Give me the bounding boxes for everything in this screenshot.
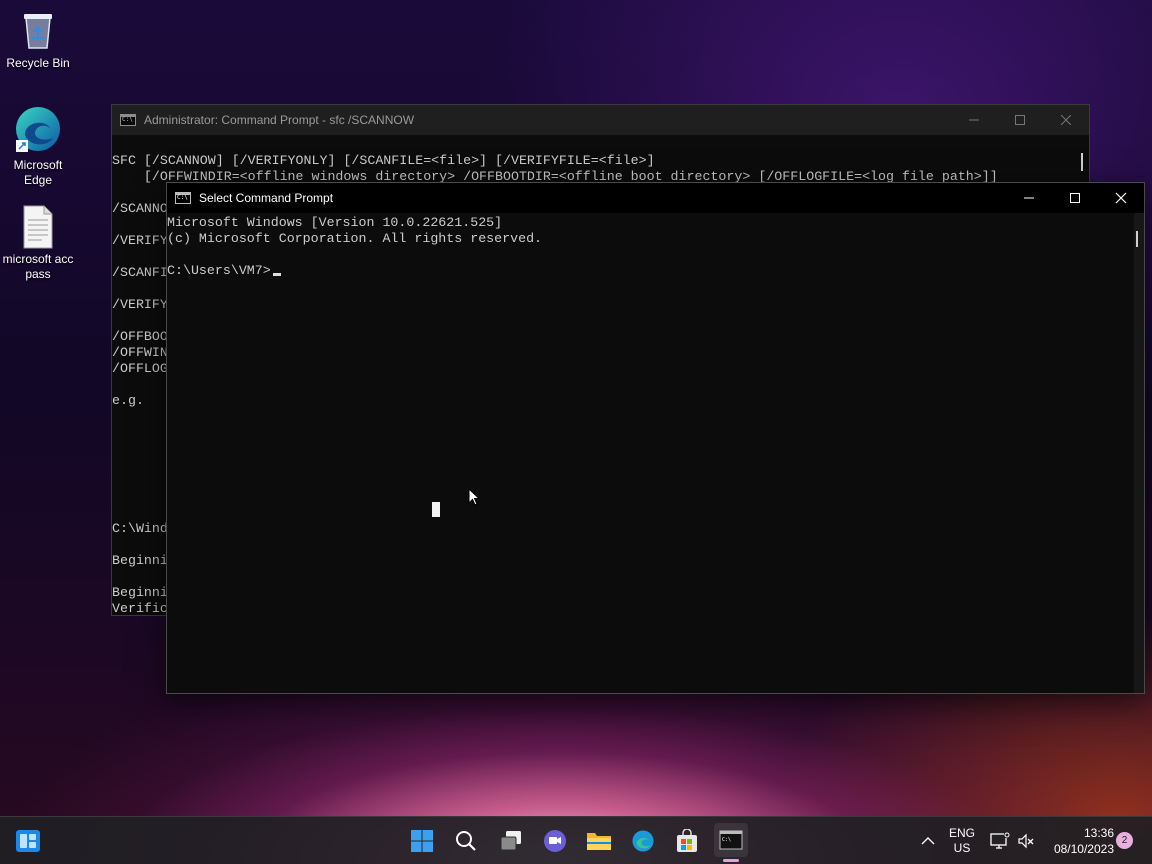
desktop-icon-label: Microsoft Edge bbox=[13, 158, 63, 187]
folder-icon bbox=[587, 833, 611, 850]
cmd-output[interactable]: Microsoft Windows [Version 10.0.22621.52… bbox=[167, 215, 542, 279]
console-text-cursor bbox=[273, 273, 281, 276]
terminal-icon: C:\ bbox=[719, 830, 743, 850]
widgets-icon bbox=[16, 830, 40, 852]
start-button[interactable] bbox=[406, 825, 438, 857]
admin-cmd-title: Administrator: Command Prompt - sfc /SCA… bbox=[144, 113, 415, 127]
console-line: SFC [/SCANNOW] [/VERIFYONLY] [/SCANFILE=… bbox=[112, 153, 655, 168]
volume-button[interactable] bbox=[1010, 825, 1042, 857]
console-line: (c) Microsoft Corporation. All rights re… bbox=[167, 231, 543, 246]
desktop-icon-label: Recycle Bin bbox=[6, 56, 70, 70]
desktop-icon-edge[interactable]: Microsoft Edge bbox=[0, 104, 76, 188]
desktop-icon-recycle-bin[interactable]: Recycle Bin bbox=[0, 8, 76, 71]
edge-taskbar-button[interactable] bbox=[627, 825, 659, 857]
keyboard-layout: US bbox=[953, 841, 971, 855]
svg-text:C:\: C:\ bbox=[722, 837, 731, 843]
volume-muted-icon bbox=[1018, 833, 1034, 849]
terminal-taskbar-button[interactable]: C:\ bbox=[714, 823, 748, 857]
chevron-up-icon bbox=[921, 837, 935, 845]
clock-time: 13:36 bbox=[1083, 826, 1114, 840]
desktop-icon-label: microsoft acc pass bbox=[2, 252, 74, 281]
cmd-title: Select Command Prompt bbox=[199, 191, 334, 205]
maximize-icon bbox=[1070, 193, 1080, 203]
maximize-button[interactable] bbox=[997, 105, 1043, 135]
clock[interactable]: 13:36 08/10/2023 bbox=[1042, 825, 1114, 857]
close-button[interactable] bbox=[1098, 183, 1144, 213]
clock-date: 08/10/2023 bbox=[1053, 842, 1114, 856]
minimize-icon bbox=[969, 119, 979, 121]
edge-icon bbox=[632, 830, 654, 852]
language-code: ENG bbox=[948, 826, 975, 840]
cmd-titlebar[interactable]: Select Command Prompt bbox=[167, 183, 1144, 213]
task-view-icon bbox=[500, 831, 521, 851]
scrollbar-thumb[interactable] bbox=[1081, 153, 1083, 171]
store-button[interactable] bbox=[671, 825, 703, 857]
cmd-window[interactable]: Select Command Prompt Microsoft Windows … bbox=[166, 182, 1145, 694]
desktop-icon-text-file[interactable]: microsoft acc pass bbox=[0, 204, 76, 282]
text-file-icon bbox=[16, 204, 60, 249]
cmd-app-icon bbox=[167, 192, 191, 204]
network-icon bbox=[990, 832, 1010, 849]
cmd-app-icon bbox=[112, 114, 136, 126]
console-line: Microsoft Windows [Version 10.0.22621.52… bbox=[167, 215, 503, 230]
scrollbar-track[interactable] bbox=[1134, 213, 1144, 693]
start-icon bbox=[411, 830, 433, 852]
close-icon bbox=[1115, 192, 1127, 204]
notification-badge[interactable]: 2 bbox=[1116, 832, 1133, 849]
active-app-indicator bbox=[723, 859, 739, 862]
store-icon bbox=[677, 829, 697, 852]
chat-button[interactable] bbox=[539, 825, 571, 857]
minimize-icon bbox=[1024, 197, 1034, 199]
show-hidden-icons-button[interactable] bbox=[912, 825, 944, 857]
close-button[interactable] bbox=[1043, 105, 1089, 135]
file-explorer-button[interactable] bbox=[583, 825, 615, 857]
console-line: C:\Users\VM7> bbox=[167, 263, 271, 278]
selection-block bbox=[432, 502, 440, 517]
search-icon bbox=[456, 831, 476, 851]
admin-cmd-titlebar[interactable]: Administrator: Command Prompt - sfc /SCA… bbox=[112, 105, 1089, 135]
scrollbar-thumb[interactable] bbox=[1136, 231, 1138, 247]
close-icon bbox=[1061, 115, 1071, 125]
language-indicator[interactable]: ENG US bbox=[944, 826, 980, 856]
maximize-button[interactable] bbox=[1052, 183, 1098, 213]
widgets-button[interactable] bbox=[12, 825, 44, 857]
task-view-button[interactable] bbox=[495, 825, 527, 857]
minimize-button[interactable] bbox=[1006, 183, 1052, 213]
minimize-button[interactable] bbox=[951, 105, 997, 135]
taskbar: C:\ ENG US 13:36 08/10/2023 2 bbox=[0, 816, 1152, 864]
maximize-icon bbox=[1015, 115, 1025, 125]
mouse-pointer-icon bbox=[468, 487, 481, 511]
chat-icon bbox=[544, 830, 566, 852]
recycle-bin-icon bbox=[16, 8, 60, 52]
edge-icon bbox=[13, 104, 63, 154]
search-button[interactable] bbox=[450, 825, 482, 857]
